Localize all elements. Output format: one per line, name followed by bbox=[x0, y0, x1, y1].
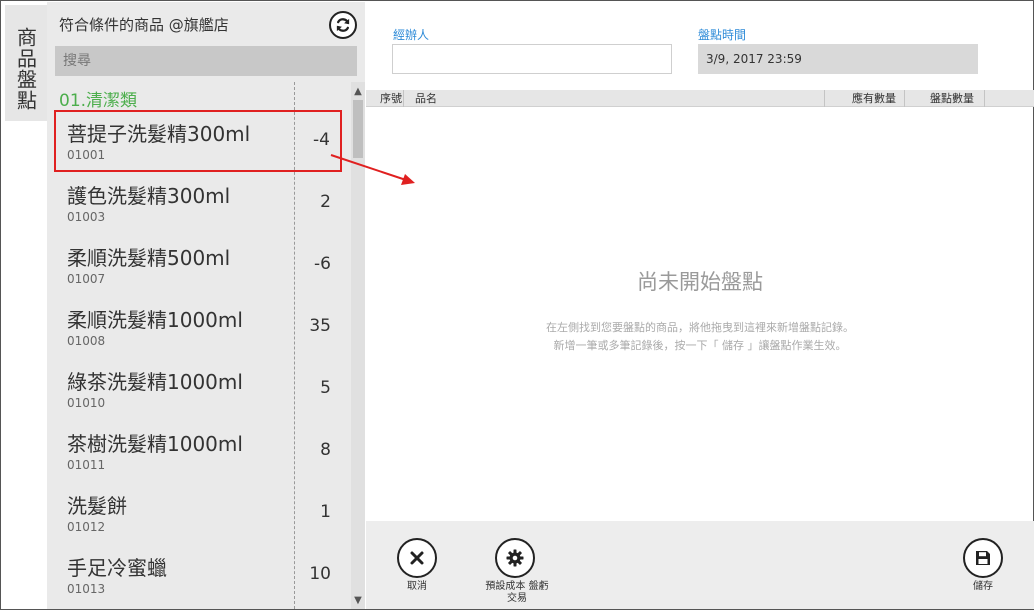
product-item[interactable]: 手足冷蜜蠟 01013 10 bbox=[47, 544, 351, 606]
product-qty: 1 bbox=[320, 502, 331, 522]
tab-inventory-count-label: 商品盤點 bbox=[13, 27, 38, 111]
product-qty: 5 bbox=[320, 378, 331, 398]
product-panel: 符合條件的商品 @旗艦店 01.清潔類 菩提子洗髮精300ml 01001 -4… bbox=[47, 2, 365, 609]
column-counted-qty[interactable]: 盤點數量 bbox=[930, 90, 974, 107]
product-name: 柔順洗髮精1000ml bbox=[67, 308, 243, 332]
product-item[interactable]: 護色洗髮精300ml 01003 2 bbox=[47, 172, 351, 234]
cancel-circle bbox=[397, 538, 437, 578]
refresh-button[interactable] bbox=[329, 11, 357, 39]
column-separator bbox=[904, 90, 905, 107]
cost-circle bbox=[495, 538, 535, 578]
product-item[interactable]: 綠茶洗髮精1000ml 01010 5 bbox=[47, 358, 351, 420]
action-bar bbox=[366, 521, 1034, 609]
product-item[interactable]: 柔順洗髮精1000ml 01008 35 bbox=[47, 296, 351, 358]
product-qty: 8 bbox=[320, 440, 331, 460]
category-title: 01.清潔類 bbox=[59, 91, 138, 111]
drag-arrow-icon bbox=[330, 154, 415, 185]
product-name: 護色洗髮精300ml bbox=[67, 184, 231, 208]
count-table-header: 序號 品名 應有數量 盤點數量 bbox=[366, 90, 1034, 107]
product-qty: 2 bbox=[320, 192, 331, 212]
save-label: 儲存 bbox=[973, 581, 993, 592]
column-separator bbox=[824, 90, 825, 107]
column-name[interactable]: 品名 bbox=[415, 90, 437, 107]
floppy-disk-icon bbox=[976, 551, 990, 565]
column-separator bbox=[984, 90, 985, 107]
product-item[interactable]: 洗髮餅 01012 1 bbox=[47, 482, 351, 544]
product-code: 01003 bbox=[67, 210, 106, 224]
product-name: 柔順洗髮精500ml bbox=[67, 246, 231, 270]
app-window: 商品盤點 符合條件的商品 @旗艦店 01.清潔類 菩提子洗髮精300ml 010… bbox=[0, 0, 1034, 610]
product-item[interactable]: 茶樹洗髮精1000ml 01011 8 bbox=[47, 420, 351, 482]
operator-label: 經辦人 bbox=[393, 28, 430, 42]
product-item[interactable]: 柔順洗髮精500ml 01007 -6 bbox=[47, 234, 351, 296]
product-qty: -4 bbox=[313, 130, 330, 150]
product-code: 01013 bbox=[67, 582, 106, 596]
cancel-label: 取消 bbox=[407, 581, 427, 592]
refresh-icon bbox=[336, 18, 350, 32]
product-qty: 10 bbox=[309, 564, 331, 584]
operator-input[interactable] bbox=[392, 44, 672, 74]
product-name: 洗髮餅 bbox=[67, 494, 127, 518]
product-code: 01001 bbox=[67, 148, 106, 162]
tab-inventory-count[interactable]: 商品盤點 bbox=[5, 5, 47, 121]
product-list: 菩提子洗髮精300ml 01001 -4 護色洗髮精300ml 01003 2 … bbox=[47, 110, 351, 606]
column-separator bbox=[403, 90, 404, 107]
product-code: 01007 bbox=[67, 272, 106, 286]
default-cost-loss-button[interactable]: 預設成本 盤虧 交易 bbox=[471, 538, 563, 605]
close-icon bbox=[410, 551, 424, 565]
product-item-selected[interactable]: 菩提子洗髮精300ml 01001 -4 bbox=[54, 110, 342, 172]
product-code: 01008 bbox=[67, 334, 106, 348]
product-name: 菩提子洗髮精300ml bbox=[67, 122, 251, 146]
product-code: 01011 bbox=[67, 458, 106, 472]
count-time-value: 3/9, 2017 23:59 bbox=[706, 52, 802, 66]
gear-icon bbox=[506, 549, 524, 567]
empty-state-hint: 新增一筆或多筆記錄後，按一下「 儲存 」讓盤點作業生效。 bbox=[553, 339, 847, 352]
save-circle bbox=[963, 538, 1003, 578]
product-name: 茶樹洗髮精1000ml bbox=[67, 432, 243, 456]
panel-title: 符合條件的商品 @旗艦店 bbox=[59, 16, 229, 34]
count-time-label: 盤點時間 bbox=[698, 28, 747, 42]
empty-state-title: 尚未開始盤點 bbox=[637, 270, 763, 294]
product-qty: 35 bbox=[309, 316, 331, 336]
cancel-button[interactable]: 取消 bbox=[397, 538, 437, 593]
product-name: 綠茶洗髮精1000ml bbox=[67, 370, 243, 394]
column-expected-qty[interactable]: 應有數量 bbox=[852, 90, 896, 107]
save-button[interactable]: 儲存 bbox=[963, 538, 1003, 593]
product-code: 01012 bbox=[67, 520, 106, 534]
scroll-down-icon[interactable]: ▼ bbox=[351, 593, 365, 607]
cost-label-line2: 交易 bbox=[507, 593, 527, 604]
column-seq[interactable]: 序號 bbox=[380, 90, 402, 107]
product-qty: -6 bbox=[314, 254, 331, 274]
cost-label-line1: 預設成本 盤虧 bbox=[485, 581, 549, 592]
count-time-field: 3/9, 2017 23:59 bbox=[698, 44, 978, 74]
tab-label-wrapper: 商品盤點 bbox=[5, 5, 47, 121]
product-code: 01010 bbox=[67, 396, 106, 410]
scroll-up-icon[interactable]: ▲ bbox=[351, 84, 365, 98]
search-input[interactable] bbox=[55, 46, 357, 76]
empty-state-hint: 在左側找到您要盤點的商品，將他拖曳到這裡來新增盤點記錄。 bbox=[546, 321, 854, 334]
product-name: 手足冷蜜蠟 bbox=[67, 556, 167, 580]
